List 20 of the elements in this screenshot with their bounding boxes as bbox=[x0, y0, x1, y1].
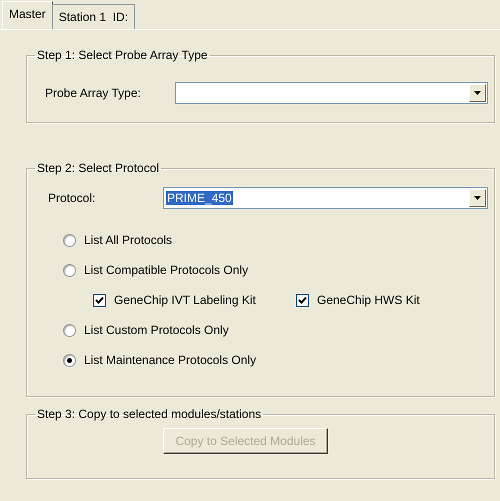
radio-label[interactable]: List All Protocols bbox=[84, 231, 172, 249]
group-legend: Step 2: Select Protocol bbox=[35, 161, 162, 175]
tab[interactable]: Master bbox=[2, 1, 53, 29]
protocol-dropdown[interactable]: PRIME_450 bbox=[163, 187, 488, 209]
checkbox-label[interactable]: GeneChip HWS Kit bbox=[317, 291, 420, 309]
radio-label[interactable]: List Custom Protocols Only bbox=[84, 321, 229, 339]
checkbox[interactable] bbox=[93, 294, 106, 306]
checkbox-label[interactable]: GeneChip IVT Labeling Kit bbox=[114, 291, 296, 309]
group-legend: Step 3: Copy to selected modules/stations bbox=[35, 407, 264, 421]
group-legend: Step 1: Select Probe Array Type bbox=[35, 48, 210, 62]
field-label: Probe Array Type: bbox=[45, 85, 142, 102]
checkbox[interactable] bbox=[296, 294, 309, 306]
tab[interactable]: Station 1 ID: bbox=[52, 4, 136, 29]
radio-button[interactable] bbox=[63, 354, 76, 366]
radio-button[interactable] bbox=[63, 234, 76, 246]
radio-label[interactable]: List Compatible Protocols Only bbox=[84, 261, 248, 279]
radio-label[interactable]: List Maintenance Protocols Only bbox=[84, 351, 256, 369]
radio-button[interactable] bbox=[63, 264, 76, 276]
field-label: Protocol: bbox=[48, 190, 96, 207]
radio-button[interactable] bbox=[63, 324, 76, 336]
